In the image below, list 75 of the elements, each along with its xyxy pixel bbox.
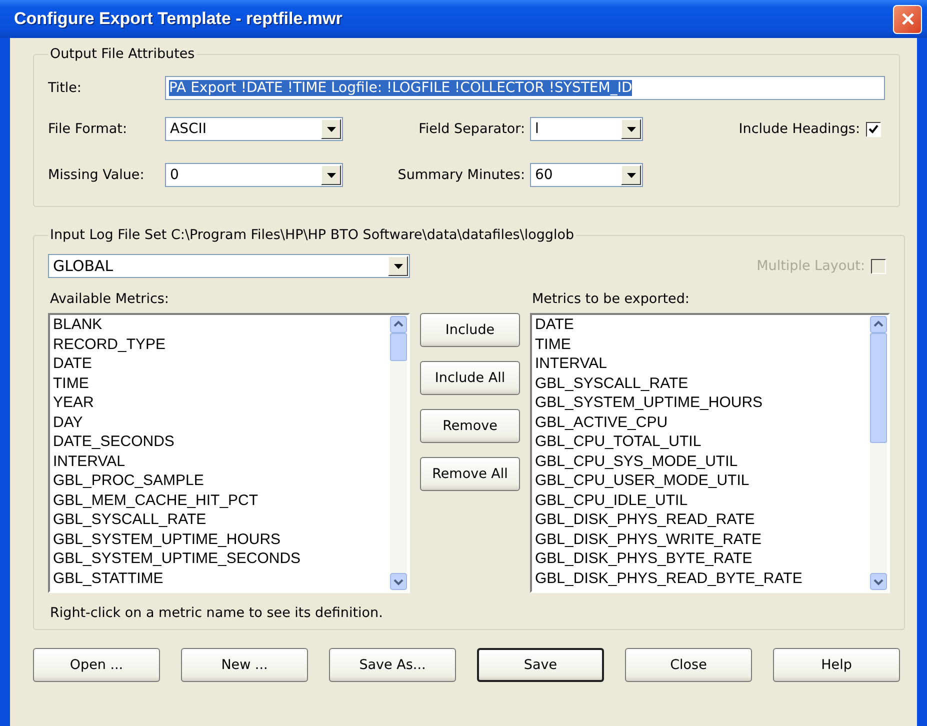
metric-item[interactable]: GBL_SYSTEM_UPTIME_SECONDS: [53, 549, 389, 568]
checkbox-label: Include Headings:: [738, 121, 860, 137]
dialog-button[interactable]: Save: [477, 648, 604, 682]
scroll-down-icon[interactable]: [870, 573, 887, 590]
metric-item[interactable]: GBL_CPU_SYS_MODE_UTIL: [535, 452, 869, 471]
scroll-thumb[interactable]: [390, 333, 407, 361]
dropdown[interactable]: ASCII: [165, 117, 343, 141]
dropdown[interactable]: 60: [530, 163, 643, 187]
caret-icon: [626, 126, 636, 132]
dropdown[interactable]: GLOBAL: [48, 254, 410, 278]
dialog-button[interactable]: New ...: [181, 648, 308, 682]
metric-item[interactable]: TIME: [53, 374, 389, 393]
metric-item[interactable]: GBL_DISK_PHYS_READ_BYTE_RATE: [535, 568, 869, 588]
scroll-up-icon[interactable]: [390, 316, 407, 333]
metric-item[interactable]: GBL_DISK_PHYS_READ_RATE: [535, 510, 869, 530]
dialog-button[interactable]: Help: [773, 648, 900, 682]
metric-item[interactable]: GBL_DISK_PHYS_BYTE_RATE: [535, 549, 869, 568]
metric-item[interactable]: GBL_SYSTEM_UPTIME_HOURS: [53, 530, 389, 549]
scrollbar[interactable]: [390, 316, 407, 590]
metric-item[interactable]: DATE_SECONDS: [53, 432, 389, 452]
list-move-button[interactable]: Include: [420, 313, 520, 347]
metric-item[interactable]: BLANK: [53, 315, 389, 334]
close-icon: [900, 12, 914, 26]
metric-item[interactable]: GBL_SYSTEM_UPTIME_HOURS: [535, 393, 869, 412]
list-move-button[interactable]: Include All: [420, 361, 520, 395]
metric-item[interactable]: RECORD_TYPE: [53, 334, 389, 354]
caret-icon: [626, 172, 636, 178]
metrics-list[interactable]: [530, 313, 890, 593]
group-title: Input Log File Set C:\Program Files\HP\HP BTO Software\data\datafiles\logglob: [49, 227, 576, 243]
dropdown[interactable]: 0: [165, 163, 343, 187]
scroll-thumb[interactable]: [870, 333, 887, 443]
metric-item[interactable]: GBL_CPU_TOTAL_UTIL: [535, 432, 869, 452]
checkbox[interactable]: [866, 122, 881, 136]
scroll-up-icon[interactable]: [870, 316, 887, 333]
metric-item[interactable]: INTERVAL: [53, 452, 389, 471]
dialog-button[interactable]: Save As...: [329, 648, 456, 682]
scrollbar[interactable]: [870, 316, 887, 590]
metric-item[interactable]: GBL_SYSCALL_RATE: [53, 510, 389, 530]
dialog-button[interactable]: Close: [625, 648, 752, 682]
metric-item[interactable]: DATE: [535, 315, 869, 334]
metric-item[interactable]: DATE: [53, 354, 389, 374]
caret-icon: [326, 126, 336, 132]
field-label: Summary Minutes:: [396, 167, 526, 183]
window-title: Configure Export Template - reptfile.mwr: [14, 9, 344, 29]
list-label: Available Metrics:: [49, 291, 170, 309]
field-label: Title:: [48, 80, 82, 96]
field-label: Missing Value:: [48, 167, 146, 183]
caret-icon: [326, 172, 336, 178]
list-label: Metrics to be exported:: [531, 291, 690, 309]
metric-item[interactable]: GBL_SYSCALL_RATE: [535, 374, 869, 393]
metric-item[interactable]: GBL_DISK_PHYS_WRITE_RATE: [535, 530, 869, 549]
dropdown[interactable]: l: [530, 117, 643, 141]
metric-item[interactable]: GBL_CPU_USER_MODE_UTIL: [535, 471, 869, 490]
list-move-button[interactable]: Remove All: [420, 457, 520, 491]
field-label: Field Separator:: [418, 121, 526, 137]
metric-item[interactable]: GBL_MEM_CACHE_HIT_PCT: [53, 490, 389, 510]
metric-item[interactable]: TIME: [535, 334, 869, 354]
dialog-button[interactable]: Open ...: [33, 648, 160, 682]
metric-item[interactable]: GBL_ACTIVE_CPU: [535, 412, 869, 432]
metric-item[interactable]: GBL_PROC_SAMPLE: [53, 471, 389, 490]
checkbox-label: Multiple Layout:: [756, 258, 865, 274]
metric-item[interactable]: INTERVAL: [535, 354, 869, 374]
metric-item[interactable]: GBL_STATTIME: [53, 568, 389, 588]
field-label: File Format:: [48, 121, 128, 137]
close-button[interactable]: [893, 4, 922, 34]
list-move-button[interactable]: Remove: [420, 409, 520, 443]
group-title: Output File Attributes: [49, 46, 196, 62]
metric-item[interactable]: DAY: [53, 412, 389, 432]
metric-item[interactable]: YEAR: [53, 393, 389, 412]
title-field[interactable]: PA Export !DATE !TIME Logfile: !LOGFILE !COLLECTOR !SYSTEM_ID: [165, 76, 885, 100]
hint-text: Right-click on a metric name to see its definition.: [49, 605, 384, 621]
metrics-list[interactable]: BLANK RECORD_TYPE DATE TIME YEAR DAY DATE_SECONDS INTERVAL GBL_PROC_SAMPLE GBL_MEM_CACHE_HIT_PCT GBL_SYSCALL_RATE GBL_SYSTEM_UPTIME_HOURS GBL_SYSTEM_UPTIME_SECONDS GBL_STATTIME: [48, 313, 410, 593]
caret-icon: [394, 264, 402, 268]
metric-item[interactable]: GBL_CPU_IDLE_UTIL: [535, 490, 869, 510]
scroll-down-icon[interactable]: [390, 573, 407, 590]
